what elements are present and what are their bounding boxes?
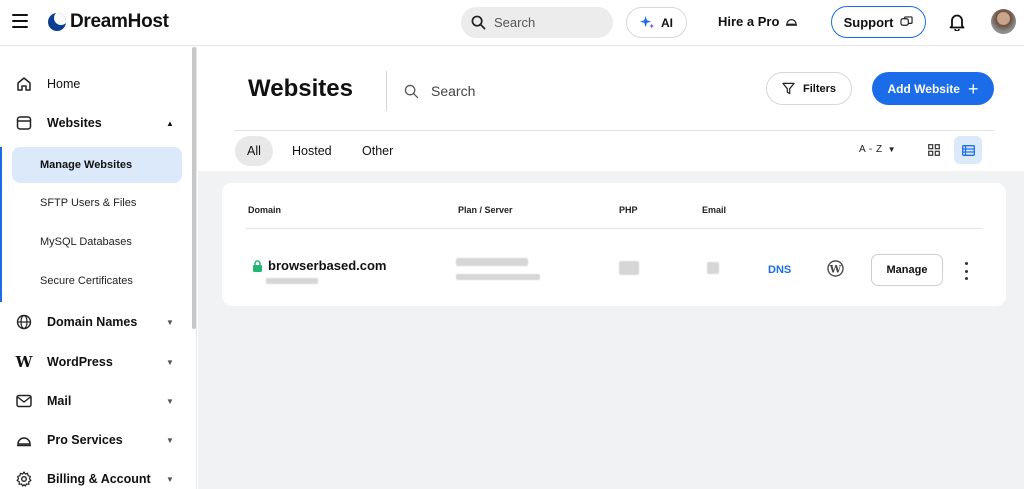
- column-header-php[interactable]: PHP: [619, 205, 638, 215]
- sidebar: Home Websites ▲ Manage Websites SFTP Use…: [0, 47, 197, 489]
- sparkle-icon: [640, 15, 655, 29]
- main-content: Websites Search Filters Add Website + Al…: [198, 47, 1024, 489]
- table-row[interactable]: browserbased.com DNS W Manage: [222, 229, 1006, 306]
- global-search-placeholder: Search: [494, 15, 536, 30]
- chevron-down-icon: ▼: [166, 474, 174, 484]
- more-options-icon[interactable]: [960, 262, 972, 280]
- sidebar-sub-manage-websites[interactable]: Manage Websites: [12, 147, 182, 183]
- sidebar-item-mail[interactable]: Mail ▼: [0, 382, 190, 420]
- sidebar-scrollbar[interactable]: [192, 47, 196, 329]
- hire-a-pro-button[interactable]: Hire a Pro: [718, 14, 798, 29]
- mail-icon: [15, 392, 33, 410]
- chevron-down-icon: ▼: [166, 317, 174, 327]
- sidebar-item-label: WordPress: [47, 355, 113, 369]
- chat-bubbles-icon: [900, 16, 914, 26]
- wordpress-logo-icon: W: [15, 353, 33, 371]
- redacted-subtext: [266, 278, 318, 284]
- user-avatar[interactable]: [991, 9, 1016, 34]
- chevron-up-icon: ▲: [166, 118, 174, 128]
- brand-name: DreamHost: [70, 11, 169, 32]
- redacted-server: [456, 274, 540, 280]
- chevron-down-icon: ▼: [166, 396, 174, 406]
- sort-label: A - Z: [859, 144, 883, 155]
- sidebar-item-label: Billing & Account: [47, 472, 151, 486]
- dns-link[interactable]: DNS: [768, 264, 791, 276]
- dreamhost-logo-icon: [48, 13, 66, 31]
- title-divider: [386, 71, 387, 111]
- column-header-domain[interactable]: Domain: [248, 205, 281, 215]
- grid-view-button[interactable]: [920, 136, 948, 164]
- lock-icon: [252, 259, 263, 277]
- top-bar: DreamHost Search AI Hire a Pro Support: [0, 0, 1024, 46]
- websites-search-input[interactable]: Search: [404, 83, 475, 99]
- search-icon: [471, 15, 486, 30]
- sidebar-sub-mysql-databases[interactable]: MySQL Databases: [12, 224, 182, 260]
- tab-other[interactable]: Other: [350, 136, 405, 166]
- sidebar-item-billing-account[interactable]: Billing & Account ▼: [0, 460, 190, 489]
- redacted-email: [707, 262, 719, 274]
- ai-button[interactable]: AI: [626, 7, 687, 38]
- bell-icon[interactable]: [949, 13, 965, 36]
- sidebar-item-websites[interactable]: Websites ▲: [0, 104, 190, 142]
- brand-logo[interactable]: DreamHost: [48, 11, 169, 33]
- svg-text:W: W: [829, 263, 842, 275]
- globe-icon: [15, 313, 33, 331]
- sidebar-item-label: Websites: [47, 116, 102, 130]
- support-button[interactable]: Support: [831, 6, 926, 38]
- wordpress-icon[interactable]: W: [827, 260, 844, 282]
- cloche-icon: [786, 19, 798, 26]
- domain-link[interactable]: browserbased.com: [268, 258, 387, 273]
- chevron-down-icon: ▼: [166, 435, 174, 445]
- tab-hosted[interactable]: Hosted: [280, 136, 344, 166]
- websites-table: Domain Plan / Server PHP Email browserba…: [222, 183, 1006, 306]
- sidebar-item-pro-services[interactable]: Pro Services ▼: [0, 421, 190, 459]
- list-icon: [961, 144, 975, 156]
- submenu-indicator: [0, 147, 2, 302]
- menu-icon[interactable]: [12, 14, 28, 28]
- websites-header: Websites Search Filters Add Website + Al…: [198, 47, 1024, 171]
- column-header-email[interactable]: Email: [702, 205, 726, 215]
- sidebar-sub-sftp-users[interactable]: SFTP Users & Files: [12, 185, 182, 221]
- manage-button[interactable]: Manage: [871, 254, 943, 286]
- sidebar-item-label: Pro Services: [47, 433, 123, 447]
- websites-icon: [15, 114, 33, 132]
- gear-icon: [15, 470, 33, 488]
- sidebar-sub-secure-certificates[interactable]: Secure Certificates: [12, 263, 182, 299]
- filter-icon: [782, 82, 795, 95]
- search-icon: [404, 84, 419, 98]
- hire-label: Hire a Pro: [718, 14, 780, 29]
- plus-icon: +: [967, 78, 979, 99]
- redacted-php: [619, 261, 639, 275]
- grid-icon: [928, 144, 940, 156]
- redacted-plan: [456, 258, 528, 266]
- sidebar-item-label: Home: [47, 77, 81, 91]
- websites-search-placeholder: Search: [431, 83, 476, 99]
- filters-label: Filters: [802, 82, 836, 95]
- add-website-label: Add Website: [887, 81, 960, 96]
- filters-button[interactable]: Filters: [766, 72, 852, 105]
- sidebar-item-wordpress[interactable]: W WordPress ▼: [0, 343, 190, 381]
- tab-all[interactable]: All: [235, 136, 273, 166]
- pro-services-icon: [15, 431, 33, 449]
- add-website-button[interactable]: Add Website +: [872, 72, 994, 105]
- sort-dropdown[interactable]: A - Z ▼: [859, 144, 896, 155]
- sidebar-item-label: Mail: [47, 394, 72, 408]
- support-label: Support: [843, 14, 894, 30]
- sidebar-item-label: Domain Names: [47, 315, 138, 329]
- chevron-down-icon: ▼: [166, 357, 174, 367]
- list-view-button[interactable]: [954, 136, 982, 164]
- sidebar-item-domain-names[interactable]: Domain Names ▼: [0, 303, 190, 341]
- header-divider: [234, 130, 994, 131]
- global-search-input[interactable]: Search: [461, 7, 613, 38]
- sidebar-item-home[interactable]: Home: [0, 65, 190, 103]
- caret-down-icon: ▼: [887, 145, 897, 154]
- page-title: Websites: [248, 75, 353, 102]
- ai-label: AI: [661, 15, 673, 30]
- home-icon: [15, 75, 33, 93]
- column-header-plan-server[interactable]: Plan / Server: [458, 205, 513, 215]
